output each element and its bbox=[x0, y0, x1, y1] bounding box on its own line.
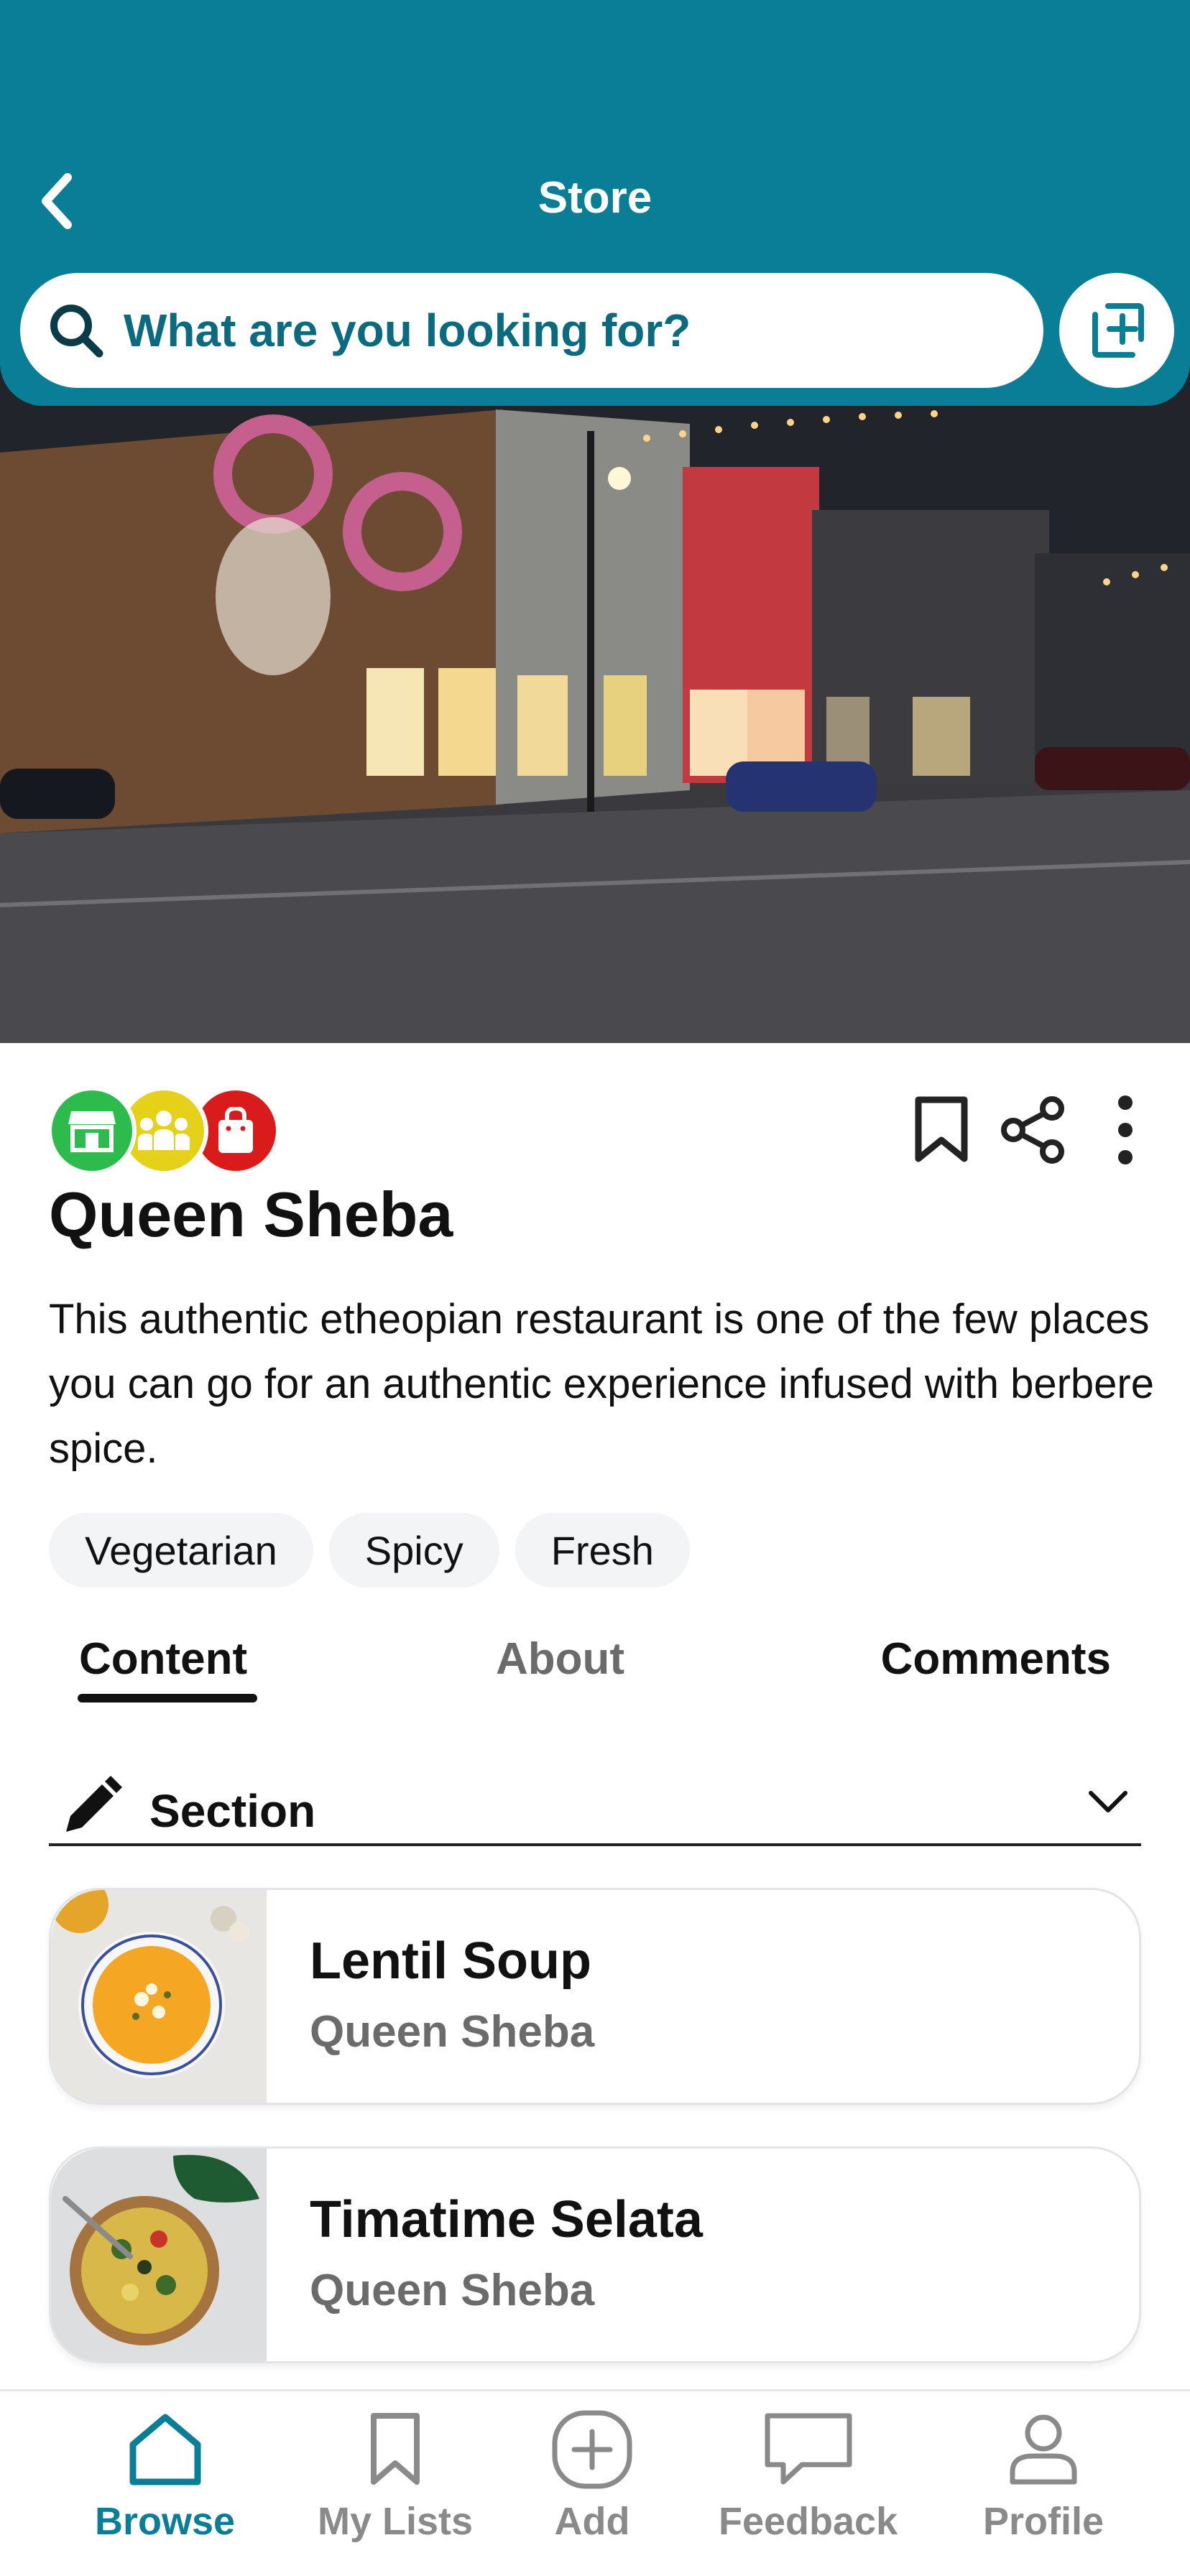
tag-list: Vegetarian Spicy Fresh bbox=[49, 1513, 690, 1588]
tag-vegetarian[interactable]: Vegetarian bbox=[49, 1513, 313, 1588]
more-vertical-icon bbox=[1118, 1095, 1133, 1164]
store-actions bbox=[905, 1090, 1161, 1169]
storefront-icon bbox=[47, 1086, 137, 1175]
pencil-icon bbox=[66, 1776, 122, 1832]
section-label: Section bbox=[149, 1785, 316, 1837]
nav-label: Browse bbox=[95, 2500, 236, 2543]
tab-comments[interactable]: Comments bbox=[881, 1634, 1111, 1685]
share-icon bbox=[1001, 1096, 1064, 1164]
nav-label: My Lists bbox=[318, 2500, 474, 2543]
add-to-list-button[interactable] bbox=[1059, 273, 1174, 388]
nav-profile[interactable]: Profile bbox=[983, 2410, 1104, 2544]
tab-content[interactable]: Content bbox=[79, 1634, 247, 1685]
top-header: Store bbox=[0, 0, 1190, 406]
nav-my-lists[interactable]: My Lists bbox=[318, 2410, 473, 2544]
item-subtitle: Queen Sheba bbox=[310, 2266, 595, 2315]
bookmark-icon bbox=[915, 1096, 968, 1162]
category-icons bbox=[47, 1086, 292, 1175]
item-title: Timatime Selata bbox=[310, 2191, 703, 2248]
list-item[interactable]: Lentil Soup Queen Sheba bbox=[49, 1888, 1141, 2105]
nav-label: Feedback bbox=[719, 2500, 898, 2543]
bottom-navigation: Browse My Lists Add Feedback Profile bbox=[0, 2389, 1190, 2576]
chat-bubble-icon bbox=[765, 2413, 852, 2485]
more-options-button[interactable] bbox=[1089, 1090, 1161, 1169]
list-item[interactable]: Timatime Selata Queen Sheba bbox=[49, 2146, 1141, 2363]
bookmark-icon bbox=[371, 2413, 420, 2485]
section-dropdown[interactable]: Section bbox=[49, 1771, 1141, 1846]
storefront-illustration bbox=[0, 359, 1190, 1043]
item-subtitle: Queen Sheba bbox=[310, 2007, 595, 2057]
item-title: Lentil Soup bbox=[310, 1932, 591, 1990]
nav-add[interactable]: Add bbox=[550, 2410, 634, 2544]
lentil-soup-image bbox=[51, 1890, 267, 2103]
chevron-down-icon bbox=[1089, 1791, 1127, 1812]
active-tab-indicator bbox=[78, 1694, 257, 1702]
search-input[interactable] bbox=[124, 304, 986, 357]
search-icon bbox=[50, 305, 103, 358]
page-title: Store bbox=[538, 173, 652, 223]
nav-label: Profile bbox=[983, 2500, 1104, 2543]
tag-spicy[interactable]: Spicy bbox=[328, 1513, 499, 1588]
tab-about[interactable]: About bbox=[496, 1634, 624, 1685]
nav-feedback[interactable]: Feedback bbox=[719, 2410, 898, 2544]
store-name: Queen Sheba bbox=[49, 1179, 453, 1250]
add-to-list-icon bbox=[1092, 303, 1144, 358]
store-hero-image bbox=[0, 359, 1190, 1043]
tag-fresh[interactable]: Fresh bbox=[515, 1513, 690, 1588]
search-bar[interactable] bbox=[20, 273, 1043, 388]
nav-label: Add bbox=[554, 2500, 630, 2543]
plus-circle-icon bbox=[552, 2410, 632, 2489]
home-icon bbox=[129, 2414, 201, 2485]
nav-browse[interactable]: Browse bbox=[95, 2410, 235, 2544]
timatime-selata-image bbox=[51, 2149, 267, 2361]
store-description: This authentic etheopian restaurant is o… bbox=[49, 1296, 1154, 1472]
person-icon bbox=[1010, 2414, 1077, 2485]
share-button[interactable] bbox=[997, 1090, 1069, 1169]
tab-bar: Content About Comments bbox=[49, 1626, 1141, 1705]
bookmark-button[interactable] bbox=[905, 1090, 977, 1169]
